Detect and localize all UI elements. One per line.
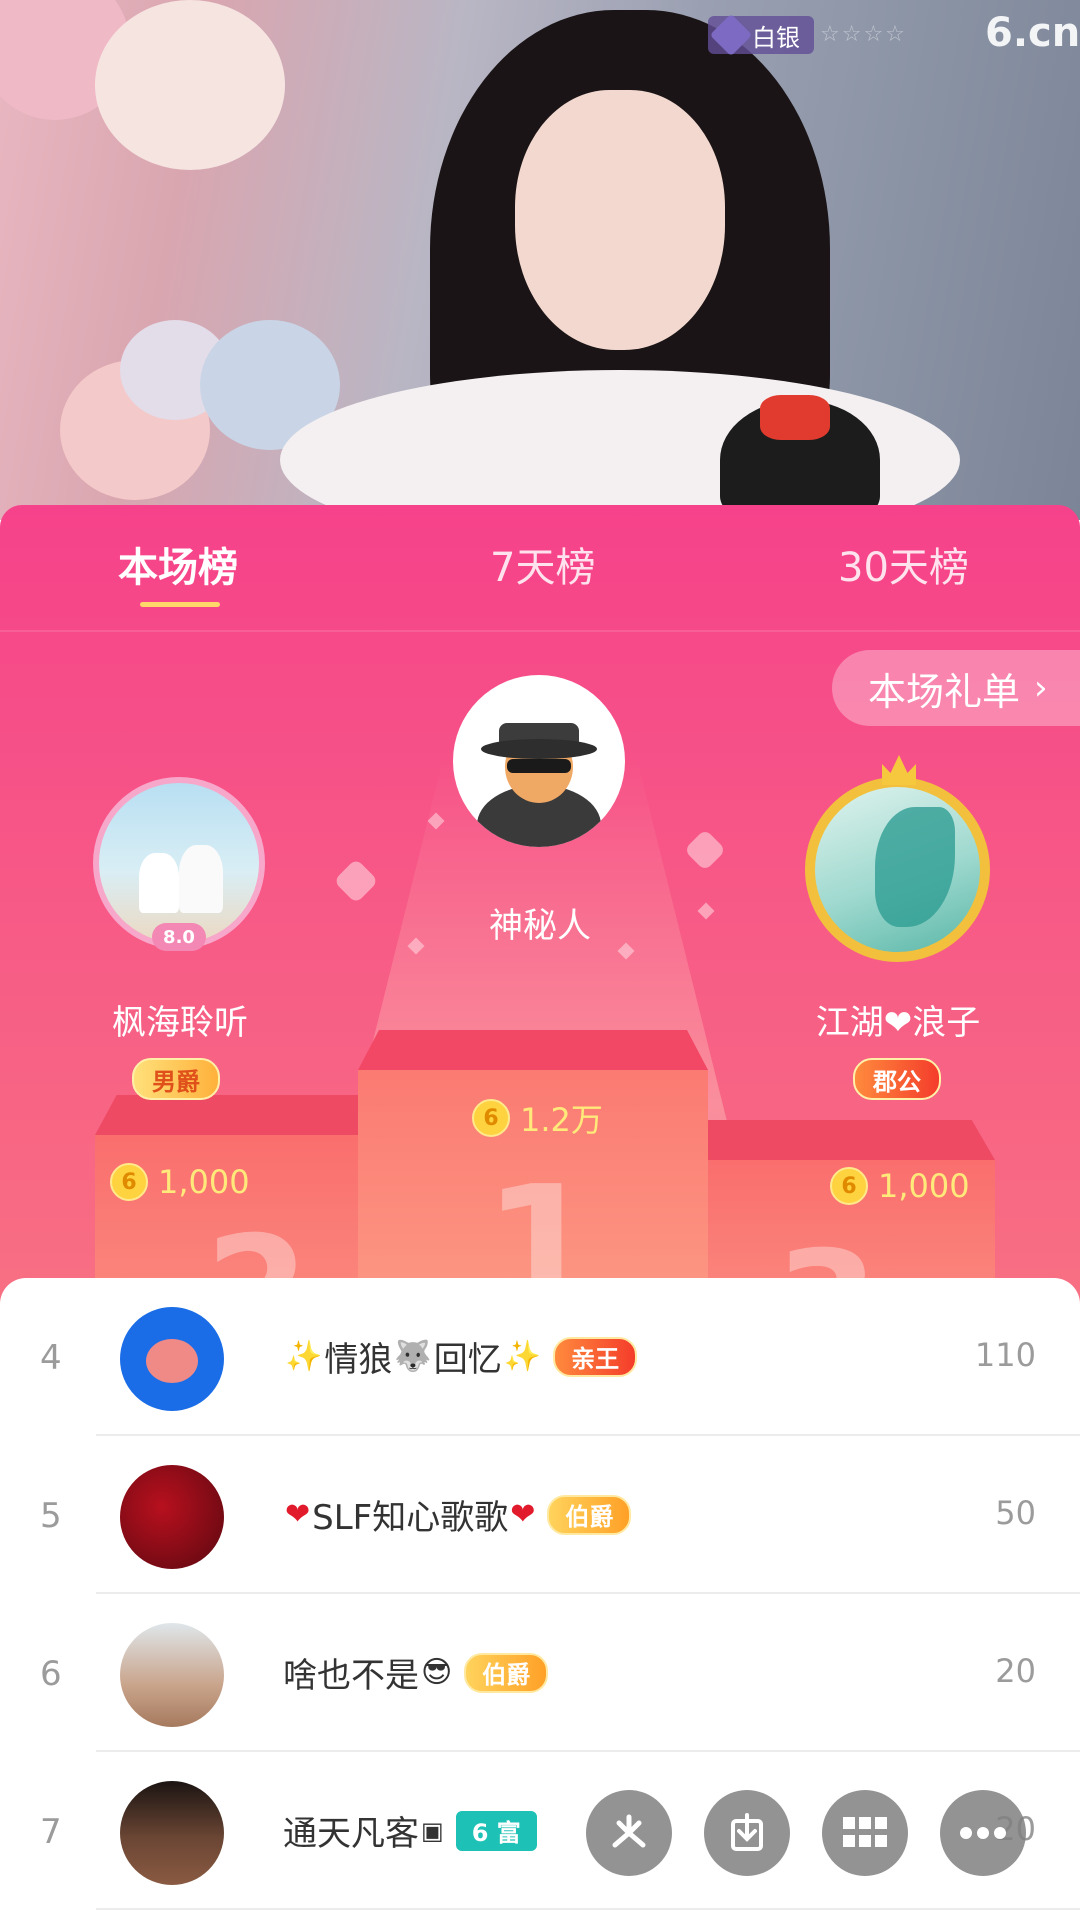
rank-number: 7	[40, 1812, 62, 1852]
coin-icon: 6	[830, 1167, 868, 1205]
list-item[interactable]: 6 啥也不是 😎 伯爵 20	[0, 1594, 1080, 1752]
rank-list[interactable]: 4 ✨ 情狼 🐺 回忆 ✨ 亲王 110 5 ❤ SLF知心歌歌 ❤ 伯爵 50…	[0, 1278, 1080, 1920]
site-logo: 6.cn	[985, 10, 1080, 56]
user-name-third: 江湖❤浪子	[815, 1003, 981, 1043]
square-symbol: ▣	[421, 1816, 444, 1845]
plush-bow	[760, 395, 830, 440]
noble-badge-third: 郡公	[853, 1058, 941, 1100]
avatar-figure	[179, 845, 223, 913]
score-third: 6 1,000	[830, 1167, 970, 1205]
name-text: 情狼	[324, 1340, 393, 1380]
user-name: 啥也不是 😎 伯爵	[283, 1648, 549, 1697]
tabs-divider	[0, 630, 1080, 632]
avatar-figure	[139, 853, 179, 913]
noble-title: 郡公	[873, 1067, 921, 1096]
noble-badge-second: 男爵	[132, 1058, 220, 1100]
sparkle	[683, 828, 727, 872]
row-divider	[96, 1908, 1080, 1910]
heart-emoji: ❤	[285, 1497, 311, 1532]
heart-emoji: ❤	[510, 1497, 536, 1532]
crown-icon	[882, 755, 916, 785]
active-tab-indicator	[140, 602, 220, 607]
rank-number: 6	[40, 1654, 62, 1694]
grid-icon	[843, 1817, 887, 1847]
score-value: 1,000	[158, 1163, 250, 1201]
score-value: 1,000	[878, 1167, 970, 1205]
live-video[interactable]: 白银 ☆☆☆☆ 6.cn	[0, 0, 1080, 520]
score-value: 1.2万	[520, 1101, 603, 1139]
avatar-level: 8.0	[163, 926, 195, 948]
name-text: 通天凡客	[283, 1814, 419, 1854]
score-second: 6 1,000	[110, 1163, 250, 1201]
rank-number: 5	[40, 1496, 62, 1536]
sparkle	[697, 902, 715, 920]
avatar-third[interactable]	[805, 777, 990, 962]
diamond-icon	[709, 13, 753, 57]
sparkles-emoji: ✨	[503, 1339, 542, 1374]
avatar-first[interactable]	[453, 675, 625, 847]
sunglasses-emoji: 😎	[421, 1655, 453, 1690]
podium-top	[705, 1120, 995, 1160]
name-text: 回忆	[433, 1340, 502, 1380]
coin-icon: 6	[472, 1099, 510, 1137]
noble-badge: 伯爵	[547, 1494, 632, 1535]
list-item[interactable]: 5 ❤ SLF知心歌歌 ❤ 伯爵 50	[0, 1436, 1080, 1594]
more-icon	[960, 1827, 1006, 1839]
list-item[interactable]: 7 通天凡客 ▣ 6 富 20	[0, 1752, 1080, 1910]
user-name: ❤ SLF知心歌歌 ❤ 伯爵	[283, 1490, 632, 1539]
download-icon	[731, 1813, 763, 1851]
streamer-level-badge: 白银	[708, 13, 814, 57]
pinwheel-icon	[612, 1814, 646, 1848]
tab-7-days[interactable]: 7天榜	[490, 535, 595, 593]
avatar[interactable]	[120, 1465, 224, 1569]
sparkles-emoji: ✨	[285, 1339, 323, 1374]
name-text: SLF知心歌歌	[312, 1498, 509, 1538]
user-name-first: 神秘人	[489, 906, 591, 946]
tab-this-show[interactable]: 本场榜	[118, 535, 238, 593]
dragon-art	[875, 807, 955, 927]
list-item[interactable]: 4 ✨ 情狼 🐺 回忆 ✨ 亲王 110	[0, 1278, 1080, 1436]
gift-list-label: 本场礼单	[868, 669, 1021, 714]
level-stars: ☆☆☆☆	[820, 22, 907, 47]
noble-badge: 伯爵	[464, 1652, 549, 1693]
avatar[interactable]	[120, 1623, 224, 1727]
ranking-tabs: 本场榜 7天榜 30天榜	[0, 505, 1080, 630]
score-first: 6 1.2万	[472, 1095, 603, 1141]
apps-button[interactable]	[822, 1790, 908, 1876]
contribution-value: 50	[995, 1494, 1036, 1532]
podium-top	[95, 1095, 365, 1135]
wealth-badge: 6 富	[455, 1810, 537, 1851]
avatar-level-badge: 8.0	[152, 923, 206, 951]
rank-number: 4	[40, 1338, 62, 1378]
sparkle	[333, 858, 379, 904]
tab-30-days[interactable]: 30天榜	[838, 535, 969, 593]
gift-list-button[interactable]: 本场礼单 ›	[832, 650, 1080, 726]
user-name: 通天凡客 ▣ 6 富	[283, 1806, 537, 1855]
chevron-right-icon: ›	[1034, 668, 1048, 708]
streamer-face	[515, 90, 725, 350]
pinwheel-button[interactable]	[586, 1790, 672, 1876]
balloon	[95, 0, 285, 170]
noble-badge: 亲王	[553, 1336, 638, 1377]
avatar-art	[146, 1339, 198, 1383]
coin-icon: 6	[110, 1163, 148, 1201]
avatar[interactable]	[120, 1781, 224, 1885]
download-button[interactable]	[704, 1790, 790, 1876]
more-button[interactable]	[940, 1790, 1026, 1876]
contribution-value: 20	[995, 1652, 1036, 1690]
wolf-emoji: 🐺	[394, 1339, 432, 1374]
user-name: ✨ 情狼 🐺 回忆 ✨ 亲王	[283, 1332, 638, 1381]
user-name-second: 枫海聆听	[112, 1003, 248, 1043]
contribution-value: 110	[974, 1336, 1036, 1374]
avatar[interactable]	[120, 1307, 224, 1411]
level-label: 白银	[752, 23, 800, 52]
anonymous-user-icon	[477, 723, 601, 847]
podium-top	[358, 1030, 708, 1070]
noble-title: 男爵	[152, 1067, 200, 1096]
name-text: 啥也不是	[283, 1656, 419, 1696]
